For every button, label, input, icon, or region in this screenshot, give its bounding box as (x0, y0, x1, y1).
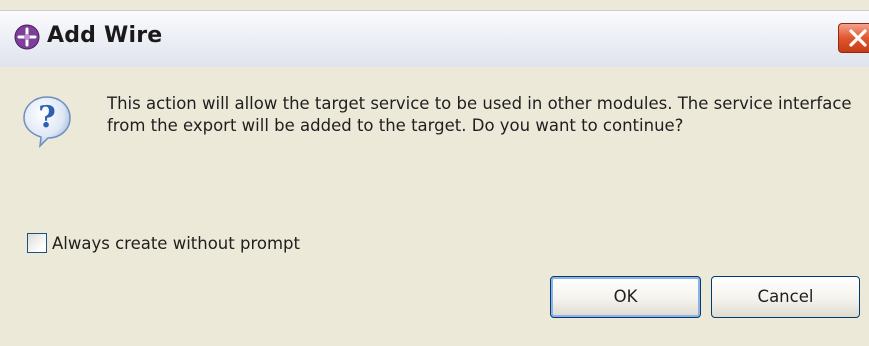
dialog-body: ? This action will allow the target serv… (0, 67, 869, 346)
dialog-title: Add Wire (47, 23, 163, 48)
dialog-message: This action will allow the target servic… (107, 94, 852, 135)
ok-button[interactable]: OK (550, 276, 701, 318)
add-wire-dialog: Add Wire ? This action will allow the ta… (0, 0, 869, 346)
svg-text:?: ? (38, 100, 56, 135)
close-icon (849, 29, 867, 47)
always-create-checkbox-label[interactable]: Always create without prompt (52, 234, 300, 253)
question-icon: ? (20, 94, 74, 149)
title-bar[interactable]: Add Wire (0, 10, 869, 68)
always-create-checkbox[interactable] (27, 233, 47, 253)
close-button[interactable] (838, 23, 869, 53)
always-create-checkbox-row[interactable]: Always create without prompt (27, 231, 300, 255)
cancel-button[interactable]: Cancel (711, 276, 860, 318)
add-wire-app-icon (14, 24, 40, 50)
